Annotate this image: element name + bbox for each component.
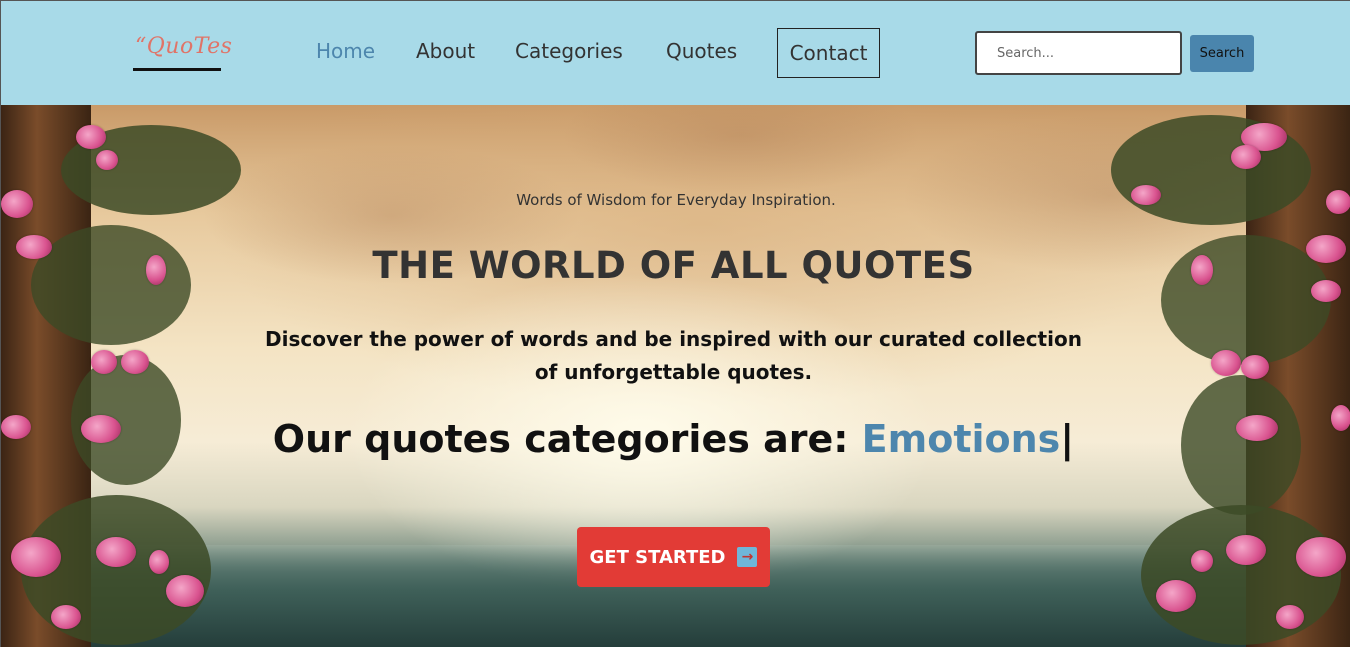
search-input[interactable] xyxy=(975,31,1182,75)
nav-about-link[interactable]: About xyxy=(416,39,475,63)
nav-contact-label: Contact xyxy=(789,41,868,65)
nav-home-link[interactable]: Home xyxy=(316,39,375,63)
categories-prefix: Our quotes categories are: xyxy=(272,417,862,461)
nav-quotes-link[interactable]: Quotes xyxy=(666,39,737,63)
hero-section: Words of Wisdom for Everyday Inspiration… xyxy=(1,105,1350,647)
categories-heading: Our quotes categories are: Emotions| xyxy=(1,417,1346,461)
get-started-label: GET STARTED xyxy=(589,546,726,568)
arrow-right-icon: → xyxy=(737,547,758,567)
get-started-button[interactable]: GET STARTED → xyxy=(577,527,770,587)
typing-cursor: | xyxy=(1060,417,1075,461)
navbar: “QuoTes Home About Categories Quotes Con… xyxy=(1,1,1350,105)
hero-title: THE WORLD OF ALL QUOTES xyxy=(372,244,975,287)
hero-content: Words of Wisdom for Everyday Inspiration… xyxy=(1,105,1350,647)
hero-tagline: Words of Wisdom for Everyday Inspiration… xyxy=(516,191,836,209)
logo-text[interactable]: “QuoTes xyxy=(135,34,232,59)
hero-description: Discover the power of words and be inspi… xyxy=(265,327,1082,384)
nav-contact-link[interactable]: Contact xyxy=(777,28,880,78)
search-button[interactable]: Search xyxy=(1190,35,1254,72)
nav-categories-link[interactable]: Categories xyxy=(515,39,623,63)
page: “QuoTes Home About Categories Quotes Con… xyxy=(0,0,1350,647)
categories-typed-word: Emotions xyxy=(861,417,1061,461)
logo[interactable]: “QuoTes xyxy=(133,33,232,71)
